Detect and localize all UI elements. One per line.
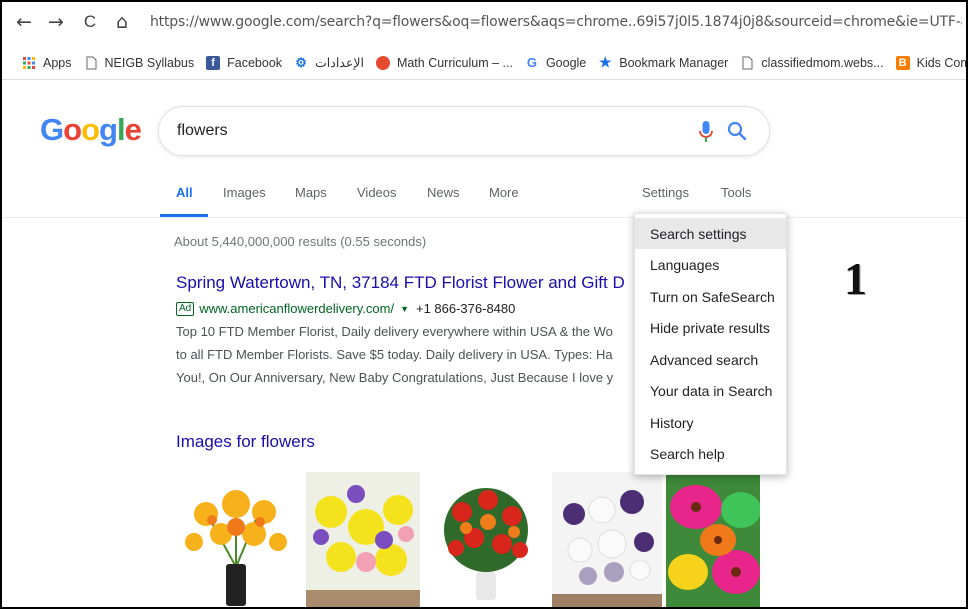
flower-image-thumbnail[interactable] [552, 472, 662, 607]
page-icon [86, 56, 96, 69]
search-input[interactable]: flowers [177, 122, 228, 140]
flower-image-thumbnail[interactable] [306, 472, 420, 607]
bookmark-neigb[interactable]: NEIGB Syllabus [84, 55, 195, 70]
menu-item-advanced-search[interactable]: Advanced search [635, 344, 786, 375]
settings-dropdown-menu: Search settings Languages Turn on SafeSe… [634, 213, 787, 475]
flower-image-thumbnail[interactable] [430, 472, 542, 607]
ad-description-line: You!, On Our Anniversary, New Baby Congr… [176, 370, 614, 385]
flower-image [430, 472, 542, 607]
ad-description-line: to all FTD Member Florists. Save $5 toda… [176, 347, 613, 362]
bookmark-label: Facebook [227, 55, 283, 70]
menu-item-hide-private-results[interactable]: Hide private results [635, 312, 786, 343]
home-button[interactable]: ⌂ [110, 10, 134, 34]
menu-item-turn-on-safesearch[interactable]: Turn on SafeSearch [635, 281, 786, 312]
home-icon: ⌂ [115, 11, 129, 33]
ad-url[interactable]: www.americanflowerdelivery.com/ [199, 301, 394, 316]
ad-result-title[interactable]: Spring Watertown, TN, 37184 FTD Florist … [176, 273, 625, 293]
flower-image [666, 472, 760, 607]
tab-maps[interactable]: Maps [295, 185, 327, 200]
bookmark-manager[interactable]: ★ Bookmark Manager [598, 54, 729, 70]
tab-news[interactable]: News [427, 185, 460, 200]
search-icon[interactable] [727, 121, 747, 141]
blogger-icon: B [895, 55, 910, 70]
gear-icon: ⚙ [295, 54, 307, 70]
flower-image-thumbnail[interactable] [176, 472, 296, 607]
bookmark-label: Bookmark Manager [619, 55, 729, 70]
images-section-heading[interactable]: Images for flowers [176, 432, 315, 452]
bookmark-label: Apps [43, 55, 72, 70]
url-text: https://www.google.com/search?q=flowers&… [150, 14, 962, 30]
bookmark-classifiedmom[interactable]: classifiedmom.webs... [740, 55, 884, 70]
result-stats: About 5,440,000,000 results (0.55 second… [174, 234, 427, 249]
apps-grid-icon [23, 56, 35, 69]
flower-image-thumbnail[interactable] [666, 472, 760, 607]
microphone-icon[interactable] [699, 121, 713, 143]
menu-item-history[interactable]: History [635, 407, 786, 438]
bookmark-kids-computer[interactable]: B Kids Compu [895, 55, 966, 70]
bookmark-math-curriculum[interactable]: Math Curriculum – ... [375, 55, 513, 70]
bookmark-apps[interactable]: Apps [22, 56, 72, 70]
bookmarks-bar: Apps NEIGB Syllabus f Facebook ⚙ الإعداد… [2, 46, 966, 80]
back-arrow-icon: ← [16, 11, 32, 33]
active-tab-indicator [160, 214, 208, 217]
page-icon [742, 56, 753, 69]
menu-item-search-settings[interactable]: Search settings [635, 218, 786, 249]
bookmark-facebook[interactable]: f Facebook [206, 55, 283, 70]
tab-all[interactable]: All [176, 185, 193, 200]
dropdown-caret-icon[interactable]: ▼ [400, 304, 409, 314]
search-tabs: All Images Maps Videos News More Setting… [2, 184, 966, 218]
bookmark-google[interactable]: G Google [525, 55, 587, 70]
facebook-icon: f [206, 55, 221, 70]
screenshot-frame: ← → C ⌂ https://www.google.com/search?q=… [0, 0, 968, 609]
back-button[interactable]: ← [12, 10, 36, 34]
search-box[interactable]: flowers [158, 106, 770, 156]
google-logo[interactable]: Google [40, 112, 142, 148]
ad-description-line: Top 10 FTD Member Florist, Daily deliver… [176, 324, 613, 339]
bookmark-label: Math Curriculum – ... [396, 55, 513, 70]
tab-images[interactable]: Images [223, 185, 266, 200]
step-number-annotation: 1 [844, 253, 867, 304]
math-icon [375, 55, 390, 70]
forward-button[interactable]: → [44, 10, 68, 34]
bookmark-label: الإعدادات [315, 56, 364, 70]
reload-button[interactable]: C [78, 10, 102, 34]
forward-arrow-icon: → [48, 11, 64, 33]
bookmark-label: Kids Compu [916, 55, 966, 70]
ad-phone[interactable]: +1 866-376-8480 [416, 301, 515, 316]
flower-image [552, 472, 662, 607]
star-icon: ★ [598, 54, 612, 70]
bookmark-settings-arabic[interactable]: ⚙ الإعدادات [294, 54, 364, 71]
menu-item-your-data-in-search[interactable]: Your data in Search [635, 375, 786, 406]
address-bar[interactable]: https://www.google.com/search?q=flowers&… [142, 10, 962, 34]
flower-image [176, 472, 296, 607]
tab-more[interactable]: More [489, 185, 519, 200]
browser-toolbar: ← → C ⌂ https://www.google.com/search?q=… [2, 2, 966, 42]
bookmark-label: Google [545, 55, 587, 70]
flower-image [306, 472, 420, 607]
settings-link[interactable]: Settings [642, 185, 689, 200]
menu-item-languages[interactable]: Languages [635, 249, 786, 280]
tools-link[interactable]: Tools [721, 185, 751, 200]
menu-item-search-help[interactable]: Search help [635, 438, 786, 469]
ad-badge: Ad [176, 301, 195, 316]
ad-url-line: Ad www.americanflowerdelivery.com/ ▼ +1 … [176, 301, 515, 316]
bookmark-label: classifiedmom.webs... [761, 55, 884, 70]
tab-videos[interactable]: Videos [357, 185, 397, 200]
google-g-icon: G [526, 55, 538, 70]
bookmark-label: NEIGB Syllabus [104, 55, 195, 70]
reload-icon: C [83, 12, 97, 31]
